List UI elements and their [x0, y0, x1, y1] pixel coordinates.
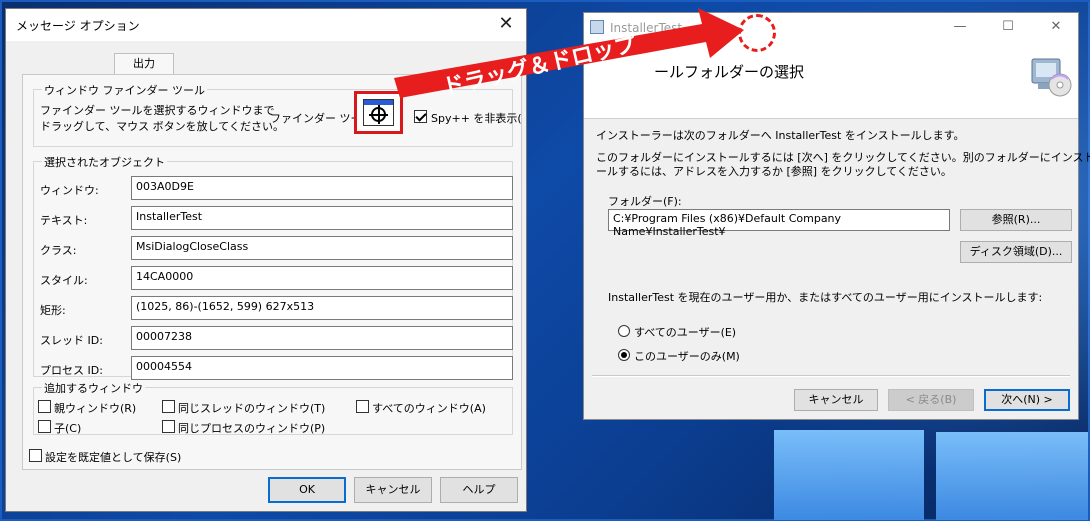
cancel-button[interactable]: キャンセル: [354, 477, 432, 503]
window-rect-field[interactable]: (1025, 86)-(1652, 599) 627x513: [131, 296, 513, 320]
finder-group-title: ウィンドウ ファインダー ツール: [42, 82, 207, 98]
installer-cancel-button[interactable]: キャンセル: [794, 389, 878, 411]
finder-desc-line2: ドラッグして、マウス ボタンを放してください。: [40, 120, 284, 133]
parent-window-checkbox[interactable]: [38, 400, 51, 413]
row-label-window: ウィンドウ:: [40, 184, 99, 197]
row-label-text: テキスト:: [40, 214, 88, 227]
dialog-titlebar: メッセージ オプション ✕: [6, 9, 526, 41]
row-label-thread: スレッド ID:: [40, 334, 103, 347]
tab-page-output: ウィンドウ ファインダー ツール ファインダー ツールを選択するウィンドウまで …: [22, 74, 522, 470]
all-users-label: すべてのユーザー(E): [634, 326, 737, 339]
maximize-icon[interactable]: ☐: [998, 19, 1018, 34]
windows-logo-tile: [936, 432, 1088, 520]
window-text-field[interactable]: InstallerTest: [131, 206, 513, 230]
window-handle-field[interactable]: 003A0D9E: [131, 176, 513, 200]
thread-id-field[interactable]: 00007238: [131, 326, 513, 350]
hide-spy-label: Spy++ を非表示(: [431, 112, 522, 125]
folder-path-input[interactable]: C:¥Program Files (x86)¥Default Company N…: [608, 209, 950, 238]
installer-hint-line2: ールするには、アドレスを入力するか [参照] をクリックしてください。: [596, 165, 952, 178]
same-process-label: 同じプロセスのウィンドウ(P): [178, 422, 326, 435]
child-checkbox[interactable]: [38, 420, 51, 433]
finder-desc-line1: ファインダー ツールを選択するウィンドウまで: [40, 104, 275, 117]
close-icon[interactable]: ✕: [1046, 19, 1066, 34]
next-button[interactable]: 次へ(N) >: [984, 389, 1070, 411]
installer-banner: ールフォルダーの選択: [584, 43, 1078, 119]
folder-label: フォルダー(F):: [608, 195, 682, 208]
install-scope-question: InstallerTest を現在のユーザー用か、またはすべてのユーザー用にイン…: [608, 291, 1043, 304]
help-button[interactable]: ヘルプ: [440, 477, 518, 503]
selected-object-title: 選択されたオブジェクト: [42, 154, 167, 170]
same-thread-checkbox[interactable]: [162, 400, 175, 413]
row-label-process: プロセス ID:: [40, 364, 103, 377]
finder-tool-icon[interactable]: [363, 99, 394, 126]
windows-logo-tile: [774, 430, 924, 520]
this-user-label: このユーザーのみ(M): [634, 350, 740, 363]
window-style-field[interactable]: 14CA0000: [131, 266, 513, 290]
installer-titlebar: InstallerTest — ☐ ✕: [584, 13, 1078, 43]
installer-dialog: InstallerTest — ☐ ✕ ールフォルダーの選択 インストーラーは次…: [583, 12, 1090, 420]
tab-output[interactable]: 出力: [114, 53, 174, 75]
row-label-style: スタイル:: [40, 274, 88, 287]
close-icon[interactable]: ✕: [496, 15, 516, 35]
window-class-field[interactable]: MsiDialogCloseClass: [131, 236, 513, 260]
child-label: 子(C): [54, 422, 82, 435]
row-label-rect: 矩形:: [40, 304, 66, 317]
additional-windows-title: 追加するウィンドウ: [42, 380, 145, 396]
dialog-title: メッセージ オプション: [16, 18, 140, 33]
all-windows-label: すべてのウィンドウ(A): [372, 402, 486, 415]
all-users-radio[interactable]: [618, 325, 630, 337]
same-process-checkbox[interactable]: [162, 420, 175, 433]
hide-spy-checkbox[interactable]: [414, 110, 427, 123]
same-thread-label: 同じスレッドのウィンドウ(T): [178, 402, 326, 415]
all-windows-checkbox[interactable]: [356, 400, 369, 413]
footer-separator: [592, 375, 1070, 377]
back-button[interactable]: < 戻る(B): [888, 389, 974, 411]
browse-button[interactable]: 参照(R)...: [960, 209, 1072, 231]
drop-target-marker: [738, 14, 776, 52]
minimize-icon[interactable]: —: [950, 19, 970, 34]
ok-button[interactable]: OK: [268, 477, 346, 503]
banner-title: ールフォルダーの選択: [654, 63, 805, 81]
this-user-radio[interactable]: [618, 349, 630, 361]
selected-object-group: 選択されたオブジェクト ウィンドウ: 003A0D9E テキスト: Instal…: [33, 154, 513, 380]
finder-group: ウィンドウ ファインダー ツール ファインダー ツールを選択するウィンドウまで …: [33, 82, 522, 147]
disk-space-button[interactable]: ディスク領域(D)...: [960, 241, 1072, 263]
computer-cd-icon: [1031, 58, 1072, 97]
process-id-field[interactable]: 00004554: [131, 356, 513, 380]
installer-intro: インストーラーは次のフォルダーへ InstallerTest をインストールしま…: [596, 129, 965, 142]
parent-window-label: 親ウィンドウ(R): [54, 402, 137, 415]
finder-tool-highlight: [354, 91, 403, 134]
additional-windows-group: 追加するウィンドウ 親ウィンドウ(R) 子(C) 同じスレッドのウィンドウ(T)…: [33, 380, 513, 435]
save-default-label: 設定を既定値として保存(S): [45, 451, 182, 464]
crosshair-icon: [369, 105, 388, 124]
row-label-class: クラス:: [40, 244, 77, 257]
save-default-checkbox[interactable]: [29, 449, 42, 462]
